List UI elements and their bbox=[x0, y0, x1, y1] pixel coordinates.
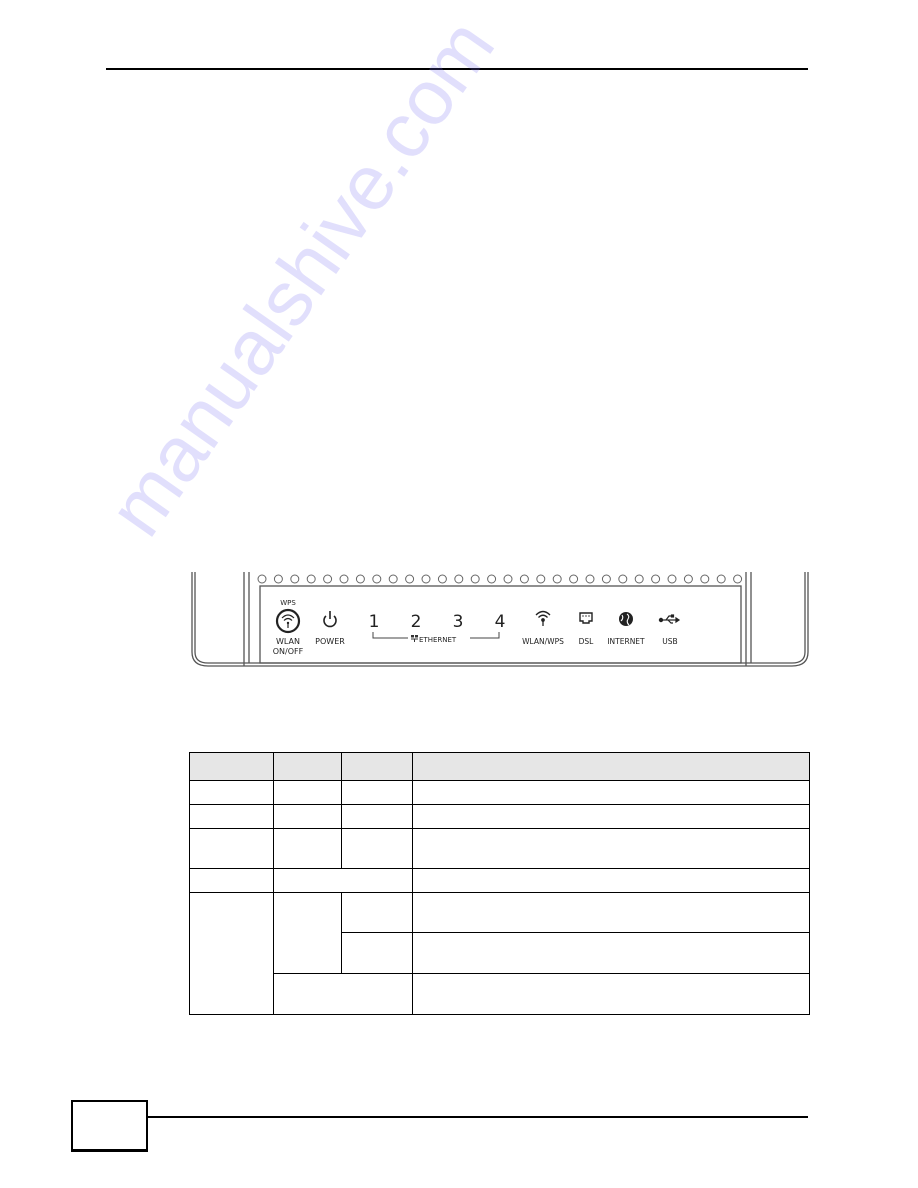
internet-label: INTERNET bbox=[607, 637, 645, 646]
ethernet-label: ETHERNET bbox=[419, 636, 457, 644]
ethernet-port-1: 1 bbox=[369, 612, 380, 632]
table-row bbox=[189, 828, 810, 869]
table-cell bbox=[273, 828, 342, 869]
table-header-cell bbox=[341, 752, 413, 781]
ethernet-port-2: 2 bbox=[411, 612, 422, 632]
vent-hole bbox=[437, 574, 447, 584]
usb-label: USB bbox=[662, 637, 677, 646]
led-table bbox=[189, 752, 810, 1015]
wlan-wps-label: WLAN/WPS bbox=[522, 637, 564, 646]
vent-hole bbox=[651, 574, 661, 584]
device-front-panel-figure: WPS WLAN ON/OFF POWER 1 2 3 4 ETHERNET W… bbox=[180, 560, 820, 680]
table-cell bbox=[412, 868, 810, 893]
ethernet-port-4: 4 bbox=[495, 612, 506, 632]
vent-hole bbox=[683, 574, 693, 584]
wps-wifi-button-icon[interactable] bbox=[275, 608, 301, 634]
table-cell bbox=[273, 780, 342, 805]
table-cell bbox=[189, 892, 274, 1015]
table-cell bbox=[341, 780, 413, 805]
vent-hole bbox=[733, 574, 743, 584]
table-cell bbox=[412, 804, 810, 829]
vent-hole bbox=[372, 574, 382, 584]
table-header-row bbox=[189, 752, 810, 781]
ethernet-icon bbox=[411, 635, 418, 642]
wlan-label-line1: WLAN bbox=[276, 637, 300, 646]
table-cell bbox=[189, 804, 274, 829]
table-cell bbox=[189, 828, 274, 869]
page-number-box bbox=[71, 1100, 148, 1152]
table-cell bbox=[412, 892, 810, 933]
table-cell bbox=[273, 973, 413, 1015]
vent-hole bbox=[667, 574, 677, 584]
power-icon bbox=[323, 611, 337, 628]
vent-hole bbox=[700, 574, 710, 584]
wps-label: WPS bbox=[280, 599, 296, 607]
table-cell bbox=[273, 892, 342, 974]
vent-hole bbox=[601, 574, 611, 584]
vent-hole bbox=[257, 574, 267, 584]
dsl-port-icon bbox=[579, 612, 593, 624]
table-cell bbox=[341, 932, 413, 974]
usb-icon bbox=[658, 614, 681, 624]
table-row bbox=[189, 780, 810, 805]
table-cell bbox=[189, 780, 274, 805]
vent-hole bbox=[454, 574, 464, 584]
ethernet-port-3: 3 bbox=[453, 612, 464, 632]
globe-icon bbox=[619, 612, 633, 626]
table-cell bbox=[412, 973, 810, 1015]
vent-hole bbox=[618, 574, 628, 584]
vent-hole bbox=[339, 574, 349, 584]
vent-hole bbox=[569, 574, 579, 584]
vent-hole bbox=[388, 574, 398, 584]
wifi-icon bbox=[535, 610, 551, 626]
vent-hole bbox=[405, 574, 415, 584]
table-cell bbox=[412, 932, 810, 974]
vent-hole bbox=[470, 574, 480, 584]
vent-hole bbox=[519, 574, 529, 584]
table-cell bbox=[341, 804, 413, 829]
watermark: manualshive.com bbox=[90, 3, 512, 552]
vent-hole bbox=[355, 574, 365, 584]
vent-hole bbox=[536, 574, 546, 584]
vent-holes bbox=[257, 574, 743, 584]
vent-hole bbox=[290, 574, 300, 584]
table-row bbox=[189, 804, 810, 829]
footer-rule bbox=[146, 1116, 808, 1118]
vent-hole bbox=[421, 574, 431, 584]
table-row bbox=[189, 892, 810, 1015]
table-cell bbox=[341, 828, 413, 869]
header-rule bbox=[106, 68, 808, 70]
table-cell bbox=[273, 868, 413, 893]
table-header-cell bbox=[412, 752, 810, 781]
wlan-label-line2: ON/OFF bbox=[273, 647, 304, 656]
table-cell bbox=[189, 868, 274, 893]
vent-hole bbox=[716, 574, 726, 584]
vent-hole bbox=[306, 574, 316, 584]
vent-hole bbox=[323, 574, 333, 584]
table-cell bbox=[341, 892, 413, 933]
table-cell bbox=[412, 828, 810, 869]
power-label: POWER bbox=[315, 637, 345, 646]
vent-hole bbox=[634, 574, 644, 584]
vent-hole bbox=[585, 574, 595, 584]
vent-hole bbox=[273, 574, 283, 584]
dsl-label: DSL bbox=[579, 637, 595, 646]
table-cell bbox=[273, 804, 342, 829]
table-header-cell bbox=[273, 752, 342, 781]
table-row bbox=[190, 973, 810, 1015]
table-row bbox=[189, 868, 810, 893]
table-header-cell bbox=[189, 752, 274, 781]
vent-hole bbox=[487, 574, 497, 584]
vent-hole bbox=[552, 574, 562, 584]
vent-hole bbox=[503, 574, 513, 584]
table-cell bbox=[412, 780, 810, 805]
